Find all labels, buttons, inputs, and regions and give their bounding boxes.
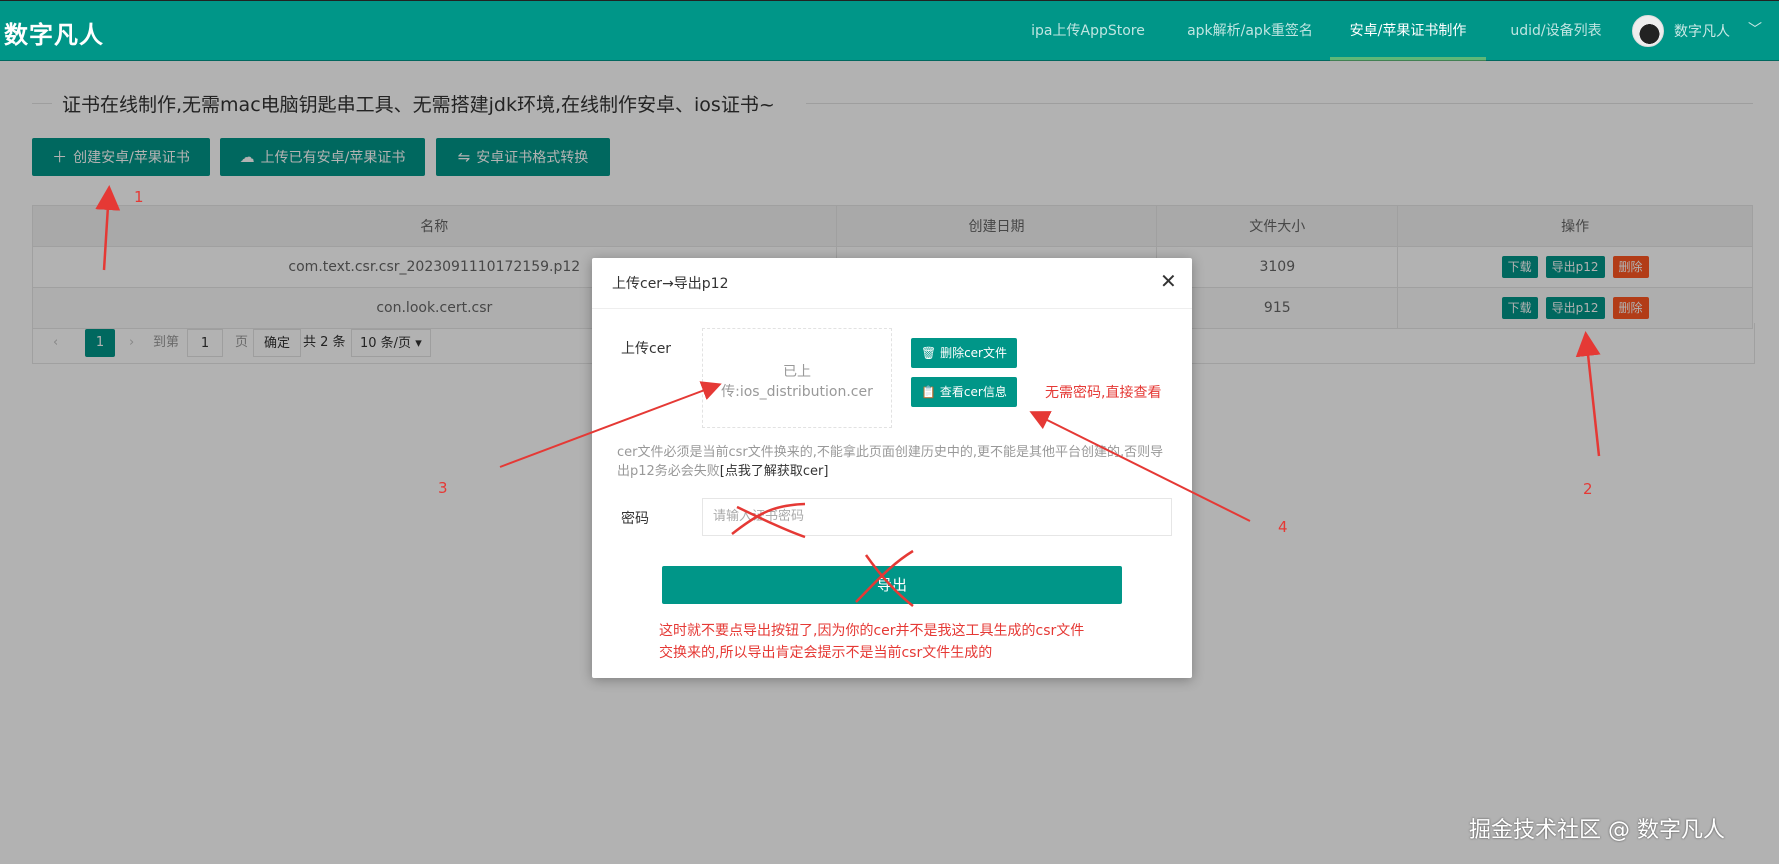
trash-icon: 🗑: [921, 346, 937, 360]
chevron-down-icon[interactable]: ﹀: [1748, 19, 1762, 39]
nav-ipa-upload[interactable]: ipa上传AppStore: [1027, 1, 1149, 61]
annotation-3: 3: [438, 479, 448, 497]
view-cer-label: 查看cer信息: [939, 385, 1007, 399]
upload-cer-dialog: 上传cer→导出p12 ✕ 上传cer 已上 传:ios_distributio…: [592, 258, 1192, 678]
delete-cer-button[interactable]: 🗑 删除cer文件: [911, 338, 1017, 368]
nav-cert-make[interactable]: 安卓/苹果证书制作: [1330, 1, 1486, 61]
nav-apk-resign[interactable]: apk解析/apk重签名: [1177, 1, 1323, 61]
nav-udid[interactable]: udid/设备列表: [1495, 1, 1617, 61]
user-name[interactable]: 数字凡人: [1674, 21, 1730, 41]
dialog-title: 上传cer→导出p12: [612, 276, 729, 292]
explain-line-2: 交换来的,所以导出肯定会提示不是当前csr文件生成的: [659, 645, 993, 661]
delete-cer-label: 删除cer文件: [940, 346, 1007, 360]
avatar[interactable]: [1632, 15, 1664, 47]
upload-status-line1: 已上: [783, 364, 811, 380]
password-label: 密码: [621, 511, 649, 527]
annotation-2: 2: [1583, 480, 1593, 498]
cer-note: cer文件必须是当前csr文件换来的,不能拿此页面创建历史中的,更不能是其他平台…: [617, 443, 1172, 481]
explain-line-1: 这时就不要点导出按钮了,因为你的cer并不是我这工具生成的csr文件: [659, 623, 1085, 639]
doc-info-icon: 📋: [921, 385, 937, 399]
view-cer-button[interactable]: 📋 查看cer信息: [911, 377, 1017, 407]
export-button[interactable]: 导出: [662, 566, 1122, 604]
password-input[interactable]: 请输入证书密码: [702, 498, 1172, 536]
upload-cer-label: 上传cer: [621, 341, 672, 357]
brand-logo[interactable]: 数字凡人: [4, 15, 104, 50]
get-cer-link[interactable]: [点我了解获取cer]: [720, 464, 829, 479]
watermark: 掘金技术社区 @ 数字凡人: [1469, 818, 1725, 843]
annotation-4: 4: [1278, 518, 1288, 536]
dialog-header: 上传cer→导出p12 ✕: [592, 258, 1192, 309]
upload-status-line2: 传:ios_distribution.cer: [721, 384, 873, 400]
no-password-annotation: 无需密码,直接查看: [1045, 385, 1162, 401]
cer-upload-area[interactable]: 已上 传:ios_distribution.cer: [702, 328, 892, 428]
cer-note-text: cer文件必须是当前csr文件换来的,不能拿此页面创建历史中的,更不能是其他平台…: [617, 445, 1164, 479]
top-header: 数字凡人 ipa上传AppStore apk解析/apk重签名 安卓/苹果证书制…: [0, 0, 1779, 61]
annotation-1: 1: [134, 188, 144, 206]
close-icon[interactable]: ✕: [1160, 269, 1177, 293]
